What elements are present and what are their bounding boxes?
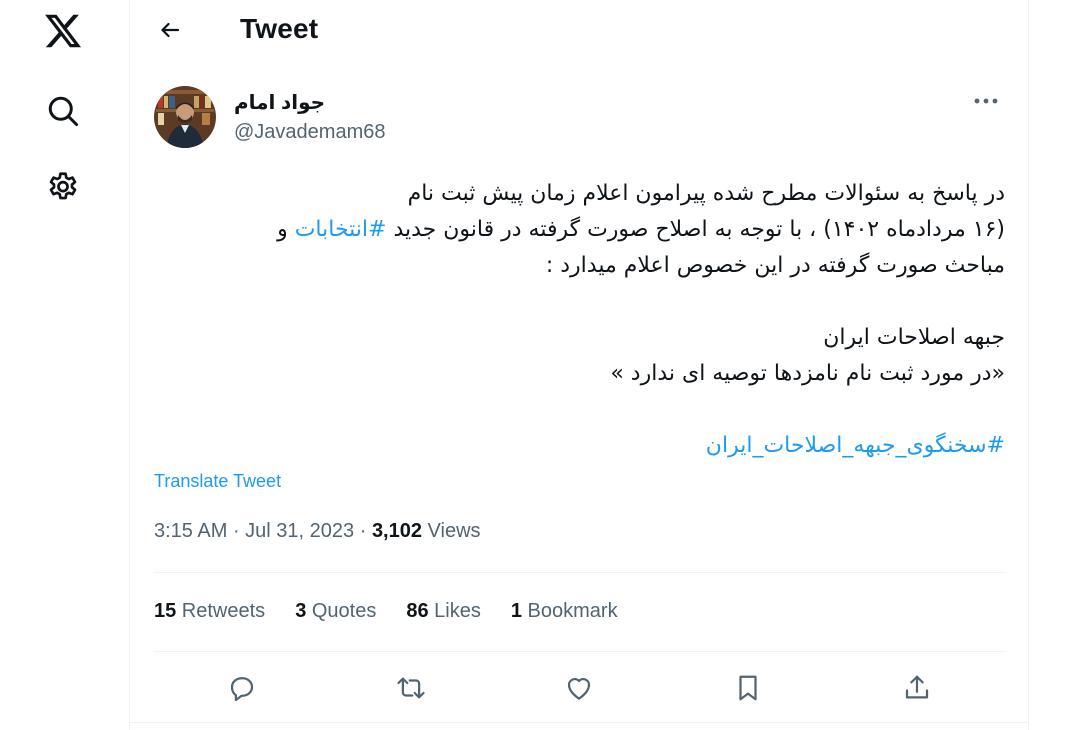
tweet-meta: 3:15 AM · Jul 31, 2023 · 3,102 Views <box>154 520 481 542</box>
gear-icon[interactable] <box>40 165 86 211</box>
tweet-line: «در مورد ثبت نام نامزدها توصیه ای ندارد … <box>610 361 1005 386</box>
share-icon <box>905 675 929 699</box>
tweet-line-text: و <box>277 217 295 242</box>
hashtag-link[interactable]: #انتخابات <box>295 217 387 242</box>
views-count: 3,102 <box>371 520 422 542</box>
arrow-left-icon <box>161 22 180 38</box>
retweet-button[interactable] <box>389 666 433 710</box>
author-handle[interactable]: @Javademam68 <box>234 121 385 144</box>
like-button[interactable] <box>557 666 601 710</box>
tweet-text: در پاسخ به سئوالات مطرح شده پیرامون اعلا… <box>154 176 1005 464</box>
left-nav <box>0 0 128 730</box>
retweets-stat[interactable]: 15 Retweets <box>154 600 265 623</box>
tweet-column: Tweet جواد امام @Javademam68 در پاسخ به … <box>129 0 1029 730</box>
more-options-button[interactable] <box>968 88 1004 114</box>
share-button[interactable] <box>895 666 939 710</box>
bookmark-icon <box>739 675 757 701</box>
tweet-line: جبهه اصلاحات ایران <box>823 325 1005 350</box>
tweet-time[interactable]: 3:15 AM <box>154 520 227 542</box>
author-name[interactable]: جواد امام <box>234 90 325 115</box>
tweet-line-text: (۱۶ مردادماه ۱۴۰۲) ، با توجه به اصلاح صو… <box>386 217 1005 242</box>
bookmarks-stat[interactable]: 1 Bookmark <box>511 600 618 623</box>
tweet-stats: 15 Retweets 3 Quotes 86 Likes 1 Bookmark <box>154 600 648 623</box>
bookmark-button[interactable] <box>726 666 770 710</box>
divider <box>154 572 1005 573</box>
quotes-stat[interactable]: 3 Quotes <box>295 600 376 623</box>
tweet-author: جواد امام @Javademam68 <box>154 86 1004 150</box>
reply-button[interactable] <box>220 666 264 710</box>
avatar[interactable] <box>154 86 216 148</box>
page-title: Tweet <box>240 13 319 44</box>
divider <box>154 651 1005 652</box>
reply-icon <box>230 677 254 702</box>
tweet-line: مباحث صورت گرفته در این خصوص اعلام میدار… <box>545 253 1005 278</box>
back-button[interactable] <box>152 12 188 48</box>
translate-tweet-link[interactable]: Translate Tweet <box>154 471 281 492</box>
search-icon[interactable] <box>40 88 86 134</box>
tweet-date[interactable]: Jul 31, 2023 <box>245 520 354 542</box>
page-header: Tweet <box>130 0 1028 60</box>
likes-stat[interactable]: 86 Likes <box>406 600 481 623</box>
tweet-actions <box>154 666 1005 710</box>
views-label: Views <box>422 520 481 542</box>
app: Tweet جواد امام @Javademam68 در پاسخ به … <box>0 0 1079 730</box>
x-logo-icon[interactable] <box>40 8 86 54</box>
tweet-line: (۱۶ مردادماه ۱۴۰۲) ، با توجه به اصلاح صو… <box>154 212 1005 248</box>
divider <box>130 722 1028 723</box>
more-horizontal-icon <box>974 98 998 104</box>
hashtag-link[interactable]: #سخنگوی_جبهه_اصلاحات_ایران <box>706 433 1005 458</box>
heart-icon <box>567 678 591 700</box>
tweet-line: در پاسخ به سئوالات مطرح شده پیرامون اعلا… <box>407 181 1005 206</box>
retweet-icon <box>397 677 425 699</box>
